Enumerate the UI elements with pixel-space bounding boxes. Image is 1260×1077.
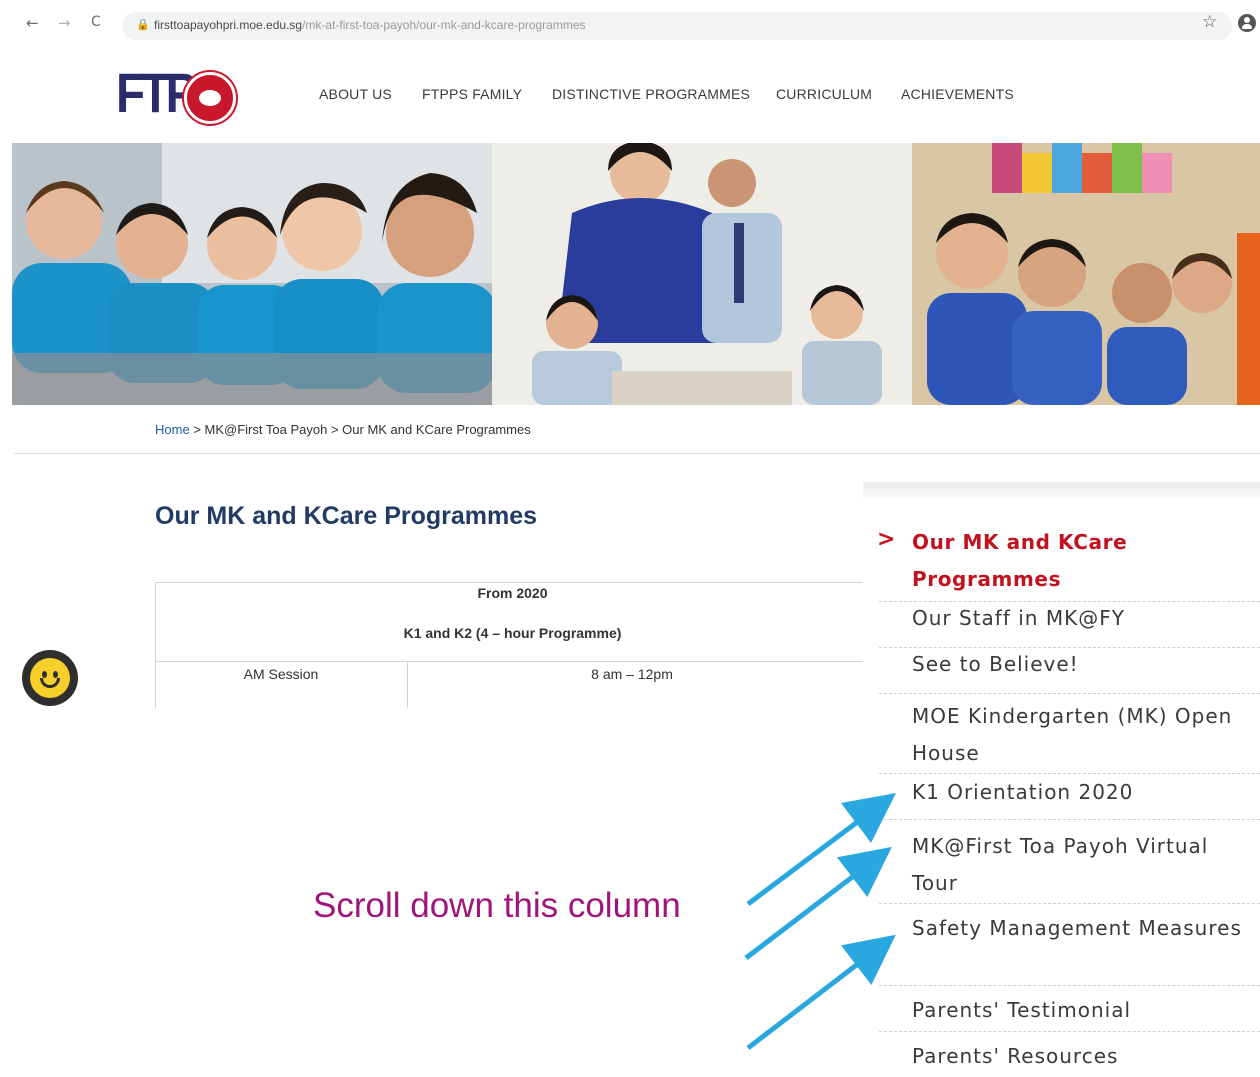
smiley-eye [42, 671, 47, 678]
url-host: firsttoapayohpri.moe.edu.sg [154, 18, 303, 32]
wall-tile [1142, 153, 1172, 193]
banner-illustration [12, 143, 1260, 405]
table-cell-time: 8 am – 12pm [591, 666, 673, 682]
table-border [155, 661, 865, 662]
student-tie [734, 223, 744, 303]
breadcrumb: Home > MK@First Toa Payoh > Our MK and K… [155, 422, 531, 437]
classroom-table [612, 371, 792, 405]
breadcrumb-current: Our MK and KCare Programmes [342, 422, 531, 437]
breadcrumb-parent[interactable]: MK@First Toa Payoh [205, 422, 328, 437]
bookmark-star-icon[interactable]: ☆ [1202, 12, 1217, 32]
breadcrumb-divider [14, 453, 1260, 454]
wall-tile [1082, 153, 1112, 193]
sidebar-item-parents-resources[interactable]: Parents' Resources [879, 1032, 1260, 1077]
student-jersey [1107, 327, 1187, 405]
sidebar-item-label: MOE Kindergarten (MK) Open House [912, 704, 1233, 765]
sidebar-item-our-staff[interactable]: Our Staff in MK@FY [879, 602, 1260, 648]
back-icon[interactable]: ← [26, 14, 39, 32]
table-header-year: From 2020 [477, 585, 548, 601]
student-jersey-orange [1237, 233, 1260, 405]
sidebar-item-mk-kcare-programmes[interactable]: Our MK and KCare Programmes [879, 526, 1260, 602]
browser-toolbar: ← → C 🔒 firsttoapayohpri.moe.edu.sg/mk-a… [0, 0, 1260, 52]
smiley-face-icon [30, 658, 70, 698]
lock-icon: 🔒 [136, 18, 150, 31]
sidebar-item-label: Safety Management Measures [912, 916, 1242, 940]
programme-table: From 2020 K1 and K2 (4 – hour Programme)… [155, 582, 865, 708]
wall-tile [1112, 143, 1142, 193]
table-cell-session: AM Session [243, 666, 319, 682]
scroll-instruction-text: Scroll down this column [313, 886, 681, 925]
sidebar-item-label: Our MK and KCare Programmes [912, 530, 1128, 591]
sidebar-item-label: Parents' Resources [912, 1044, 1119, 1068]
sidebar-item-label: Parents' Testimonial [912, 998, 1132, 1022]
url-text: firsttoapayohpri.moe.edu.sg/mk-at-first-… [154, 18, 586, 32]
sidebar-item-k1-orientation[interactable]: K1 Orientation 2020 [879, 774, 1260, 820]
sidebar-item-parents-testimonial[interactable]: Parents' Testimonial [879, 986, 1260, 1032]
wall-tile [1052, 143, 1082, 193]
smiley-mouth [40, 678, 60, 688]
breadcrumb-separator: > [330, 422, 339, 437]
student-jersey [1012, 311, 1102, 405]
reload-icon[interactable]: C [91, 14, 101, 30]
sidebar-item-label: See to Believe! [912, 652, 1079, 676]
sidebar-header-shade [863, 482, 1260, 498]
wall-tile [1022, 153, 1052, 193]
smiley-eye [53, 671, 58, 678]
forward-icon[interactable]: → [58, 14, 71, 32]
logo-emblem-icon [184, 72, 236, 124]
sidebar-item-open-house[interactable]: MOE Kindergarten (MK) Open House [879, 694, 1260, 774]
school-logo[interactable]: FTPP [116, 56, 241, 136]
sidebar-item-virtual-tour[interactable]: MK@First Toa Payoh Virtual Tour [879, 820, 1260, 904]
url-path: /mk-at-first-toa-payoh/our-mk-and-kcare-… [302, 18, 586, 32]
sidebar-menu: > Our MK and KCare Programmes Our Staff … [863, 482, 1260, 1077]
page-title: Our MK and KCare Programmes [155, 502, 538, 530]
laptop-desk [12, 353, 492, 405]
wall-tile [992, 143, 1022, 193]
sidebar-item-label: K1 Orientation 2020 [912, 780, 1134, 804]
student-shirt [532, 351, 622, 405]
table-border [155, 582, 865, 583]
nav-distinctive-programmes[interactable]: DISTINCTIVE PROGRAMMES [552, 86, 750, 102]
address-bar[interactable]: 🔒 firsttoapayohpri.moe.edu.sg/mk-at-firs… [122, 12, 1232, 40]
student-face [708, 159, 756, 207]
banner-photo [12, 143, 1260, 405]
feedback-smiley-button[interactable] [22, 650, 78, 706]
sidebar-item-label: Our Staff in MK@FY [912, 606, 1125, 630]
breadcrumb-home[interactable]: Home [155, 422, 190, 437]
sidebar-item-see-to-believe[interactable]: See to Believe! [879, 648, 1260, 694]
student-face [1112, 263, 1172, 323]
breadcrumb-separator: > [193, 422, 201, 437]
table-header-programme: K1 and K2 (4 – hour Programme) [403, 625, 622, 641]
nav-ftpps-family[interactable]: FTPPS FAMILY [422, 86, 522, 102]
nav-achievements[interactable]: ACHIEVEMENTS [901, 86, 1014, 102]
student-shirt [802, 341, 882, 405]
sidebar-item-safety-measures[interactable]: Safety Management Measures [879, 904, 1260, 986]
profile-icon[interactable] [1238, 14, 1256, 32]
nav-about-us[interactable]: ABOUT US [319, 86, 392, 102]
nav-curriculum[interactable]: CURRICULUM [776, 86, 872, 102]
sidebar-item-label: MK@First Toa Payoh Virtual Tour [912, 834, 1209, 895]
